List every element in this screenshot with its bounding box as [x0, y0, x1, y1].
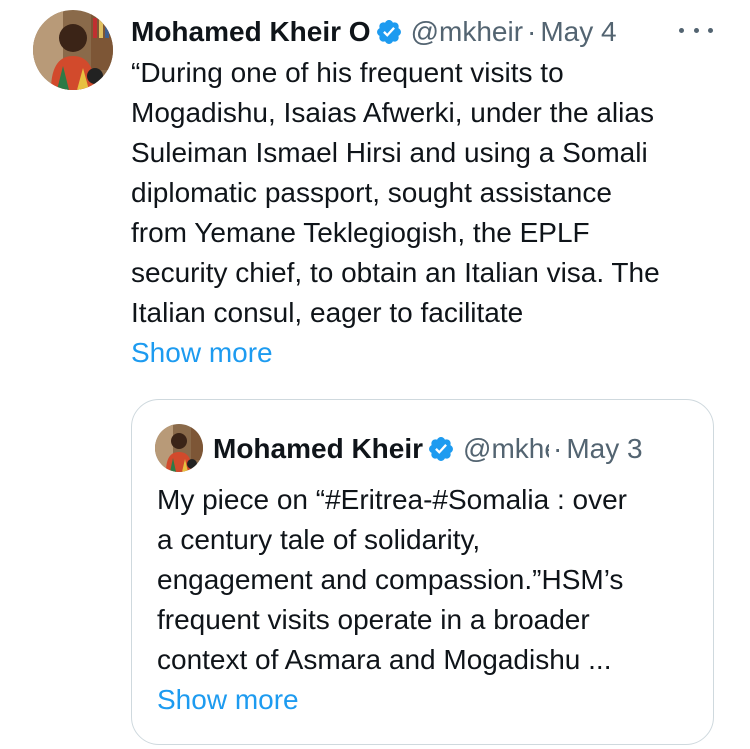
tweet-text-line: diplomatic passport, sought assistance: [131, 177, 612, 208]
quoted-avatar-photo: [155, 424, 203, 472]
quoted-text-line: context of Asmara and Mogadishu ...: [157, 644, 612, 675]
quoted-text-line: a century tale of solidarity,: [157, 524, 481, 555]
author-name[interactable]: Mohamed Kheir O: [131, 16, 371, 48]
tweet-date[interactable]: May 4: [540, 16, 616, 48]
more-dot: [708, 27, 713, 33]
author-handle[interactable]: @mkheir: [411, 16, 523, 48]
quoted-tweet-header: Mohamed Kheir @mkheir · May 3: [213, 428, 703, 470]
more-dot: [679, 27, 684, 33]
quoted-text-line: My piece on “#Eritrea-#Somalia : over: [157, 484, 627, 515]
verified-badge-icon: [375, 18, 403, 46]
tweet-text: “During one of his frequent visits to Mo…: [131, 53, 731, 333]
tweet-text-line: Suleiman Ismael Hirsi and using a Somali: [131, 137, 648, 168]
author-avatar[interactable]: [33, 10, 113, 90]
tweet-text-line: “During one of his frequent visits to: [131, 57, 564, 88]
quoted-header-separator: ·: [553, 433, 563, 464]
more-dot: [693, 27, 699, 33]
quoted-text-line: engagement and compassion.”HSM’s: [157, 564, 624, 595]
tweet-text-line: Mogadishu, Isaias Afwerki, under the ali…: [131, 97, 654, 128]
quoted-author-avatar[interactable]: [155, 424, 203, 472]
tweet[interactable]: Mohamed Kheir O @mkheir · May 4 “During …: [0, 0, 750, 749]
quoted-text-line: frequent visits operate in a broader: [157, 604, 590, 635]
header-separator: ·: [527, 16, 537, 47]
quoted-tweet-text: My piece on “#Eritrea-#Somalia : over a …: [157, 480, 702, 680]
quoted-tweet-date[interactable]: May 3: [566, 433, 642, 465]
avatar-photo: [33, 10, 113, 90]
tweet-header: Mohamed Kheir O @mkheir · May 4: [131, 10, 721, 54]
quoted-author-handle[interactable]: @mkheir: [463, 433, 549, 465]
more-options-icon[interactable]: [679, 16, 713, 44]
tweet-text-line: from Yemane Teklegiogish, the EPLF: [131, 217, 590, 248]
verified-badge-icon: [427, 435, 455, 463]
quoted-show-more-link[interactable]: Show more: [157, 680, 299, 720]
quoted-author-name[interactable]: Mohamed Kheir: [213, 433, 423, 465]
show-more-link[interactable]: Show more: [131, 333, 273, 373]
tweet-text-line: Italian consul, eager to facilitate: [131, 297, 524, 328]
tweet-text-line: security chief, to obtain an Italian vis…: [131, 257, 660, 288]
